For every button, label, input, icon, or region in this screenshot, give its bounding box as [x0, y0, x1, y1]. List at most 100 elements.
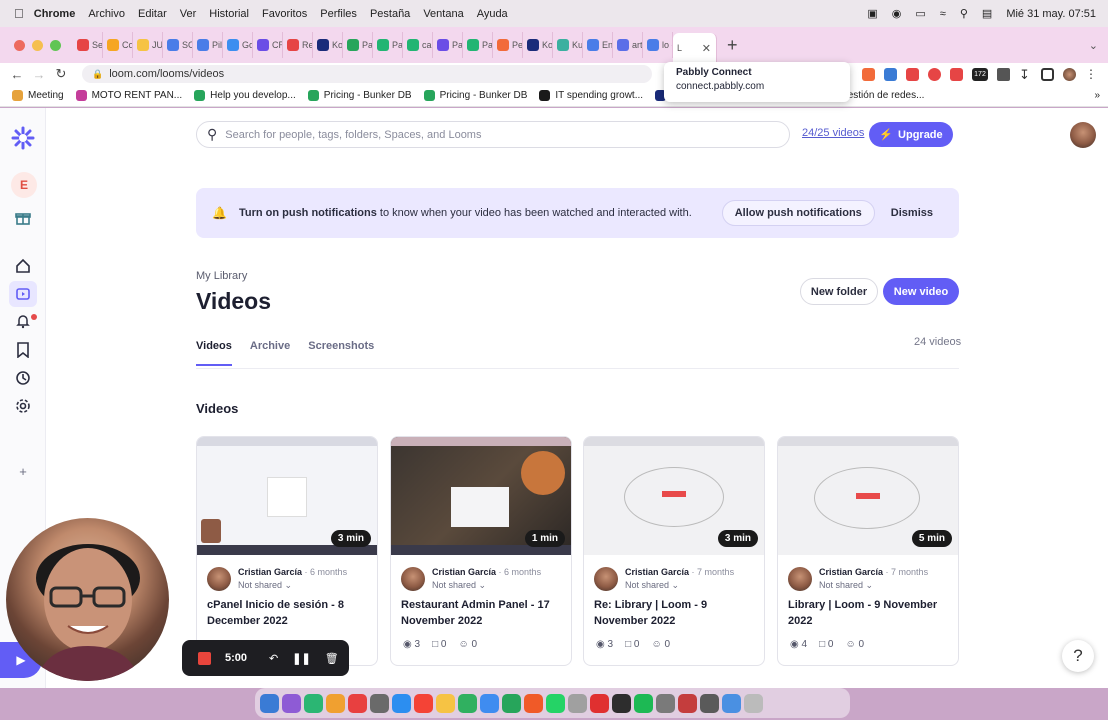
dock-app-icon[interactable] — [480, 693, 499, 713]
kebab-menu-icon[interactable]: ⋮ — [1085, 67, 1098, 81]
dock-app-icon[interactable] — [678, 693, 697, 713]
forward-icon[interactable]: → — [28, 67, 50, 82]
dock-app-icon[interactable] — [700, 693, 719, 713]
menu-historial[interactable]: Historial — [209, 8, 249, 20]
tab-videos[interactable]: Videos — [196, 340, 232, 366]
library-icon[interactable] — [9, 281, 37, 307]
browser-tab[interactable]: Pab — [463, 32, 493, 58]
browser-tab[interactable]: CR — [253, 32, 283, 58]
browser-tab[interactable]: Pab — [433, 32, 463, 58]
video-thumbnail[interactable]: 3 min — [197, 437, 377, 555]
apple-icon[interactable]:  — [14, 6, 24, 21]
video-card[interactable]: 1 min Cristian García · 6 months Not share… — [390, 436, 572, 666]
reload-icon[interactable]: ↻ — [50, 66, 72, 82]
bookmark-item[interactable]: Pricing - Bunker DB — [423, 90, 527, 101]
dock-app-icon[interactable] — [392, 693, 411, 713]
bookmark-icon[interactable] — [14, 341, 32, 359]
minimize-window-button[interactable] — [32, 39, 43, 51]
downloads-icon[interactable]: ↧ — [1019, 68, 1032, 81]
upgrade-button[interactable]: ⚡ Upgrade — [869, 122, 953, 147]
creative-cloud-icon[interactable]: ◉ — [892, 7, 902, 20]
add-space-icon[interactable]: + — [14, 462, 32, 480]
video-title[interactable]: Re: Library | Loom - 9 November 2022 — [594, 597, 760, 629]
back-icon[interactable]: ← — [6, 67, 28, 82]
browser-tab[interactable]: can — [403, 32, 433, 58]
tab-search-chevron-icon[interactable]: ⌄ — [1089, 39, 1098, 52]
menu-pestana[interactable]: Pestaña — [370, 8, 410, 20]
clock[interactable]: Mié 31 may. 07:51 — [1006, 8, 1096, 20]
help-button[interactable]: ? — [1062, 640, 1094, 672]
dock-app-icon[interactable] — [502, 693, 521, 713]
bookmark-item[interactable]: Help you develop... — [194, 90, 296, 101]
browser-tab[interactable]: Ses — [73, 32, 103, 58]
menu-ventana[interactable]: Ventana — [423, 8, 463, 20]
dock-app-icon[interactable] — [370, 693, 389, 713]
video-title[interactable]: Library | Loom - 9 November 2022 — [788, 597, 954, 629]
tab-archive[interactable]: Archive — [250, 340, 290, 366]
menu-favoritos[interactable]: Favoritos — [262, 8, 307, 20]
dock-app-icon[interactable] — [612, 693, 631, 713]
video-title[interactable]: cPanel Inicio de sesión - 8 December 202… — [207, 597, 373, 629]
extension-badge[interactable]: 172 — [972, 67, 988, 81]
wifi-icon[interactable]: ≈ — [940, 8, 946, 20]
tab-screenshots[interactable]: Screenshots — [308, 340, 374, 366]
dock-app-icon[interactable] — [744, 693, 763, 713]
menu-app[interactable]: Chrome — [34, 8, 76, 20]
browser-tab[interactable]: SOI — [163, 32, 193, 58]
browser-tab[interactable]: Pila — [193, 32, 223, 58]
video-card[interactable]: 5 min Cristian García · 7 months Not share… — [777, 436, 959, 666]
dock-app-icon[interactable] — [590, 693, 609, 713]
menu-perfiles[interactable]: Perfiles — [320, 8, 357, 20]
menu-editar[interactable]: Editar — [138, 8, 167, 20]
browser-tab[interactable]: Pad — [343, 32, 373, 58]
browser-tab[interactable]: Cor — [103, 32, 133, 58]
bookmark-item[interactable]: Pricing - Bunker DB — [307, 90, 412, 101]
share-status[interactable]: Not shared ⌄ — [819, 580, 928, 591]
dock-app-icon[interactable] — [634, 693, 653, 713]
spotlight-icon[interactable]: ⚲ — [960, 7, 968, 20]
menu-archivo[interactable]: Archivo — [88, 8, 125, 20]
browser-tab[interactable]: arte — [613, 32, 643, 58]
breadcrumb[interactable]: My Library — [196, 270, 247, 282]
video-thumbnail[interactable]: 1 min — [391, 437, 571, 555]
extension-icon[interactable] — [950, 67, 963, 81]
lock-icon[interactable]: 🔒 — [92, 69, 103, 80]
extension-icon[interactable] — [928, 67, 941, 81]
new-video-button[interactable]: New video — [883, 278, 959, 305]
puzzle-icon[interactable] — [997, 67, 1010, 81]
zoom-window-button[interactable] — [50, 39, 61, 51]
browser-tab[interactable]: Goo — [223, 32, 253, 58]
webcam-bubble[interactable] — [6, 518, 169, 681]
dock-app-icon[interactable] — [524, 693, 543, 713]
browser-tab[interactable]: Kon — [523, 32, 553, 58]
control-center-icon[interactable]: ▤ — [982, 7, 992, 20]
settings-gear-icon[interactable] — [14, 397, 32, 415]
battery-icon[interactable]: ▭ — [915, 7, 925, 20]
video-thumbnail[interactable]: 3 min — [584, 437, 764, 555]
menu-ver[interactable]: Ver — [180, 8, 197, 20]
workspace-avatar[interactable]: E — [11, 172, 37, 198]
share-status[interactable]: Not shared ⌄ — [238, 580, 347, 591]
video-card[interactable]: 3 min Cristian García · 6 months Not share… — [196, 436, 378, 666]
dock-app-icon[interactable] — [722, 693, 741, 713]
undo-icon[interactable]: ↶ — [269, 652, 278, 665]
tab-active-loom[interactable]: L ✕ — [673, 33, 717, 63]
extension-icon[interactable] — [862, 67, 875, 81]
dock-app-icon[interactable] — [568, 693, 587, 713]
trash-icon[interactable]: 🗑 — [325, 652, 339, 665]
dismiss-button[interactable]: Dismiss — [891, 207, 933, 219]
bookmark-item[interactable]: Meeting — [12, 90, 64, 101]
dock-app-icon[interactable] — [414, 693, 433, 713]
bookmark-item[interactable]: MOTO RENT PAN... — [75, 90, 182, 101]
video-quota-link[interactable]: 24/25 videos — [802, 127, 864, 139]
download-ext-icon[interactable] — [884, 67, 897, 81]
close-window-button[interactable] — [14, 39, 25, 51]
browser-tab[interactable]: JUN — [133, 32, 163, 58]
video-thumbnail[interactable]: 5 min — [778, 437, 958, 555]
close-tab-icon[interactable]: ✕ — [702, 42, 711, 55]
sidepanel-icon[interactable] — [1041, 67, 1054, 81]
dock-app-icon[interactable] — [282, 693, 301, 713]
browser-tab[interactable]: Pab — [373, 32, 403, 58]
search-bar[interactable]: ⚲ Search for people, tags, folders, Spac… — [196, 121, 790, 148]
new-folder-button[interactable]: New folder — [800, 278, 878, 305]
